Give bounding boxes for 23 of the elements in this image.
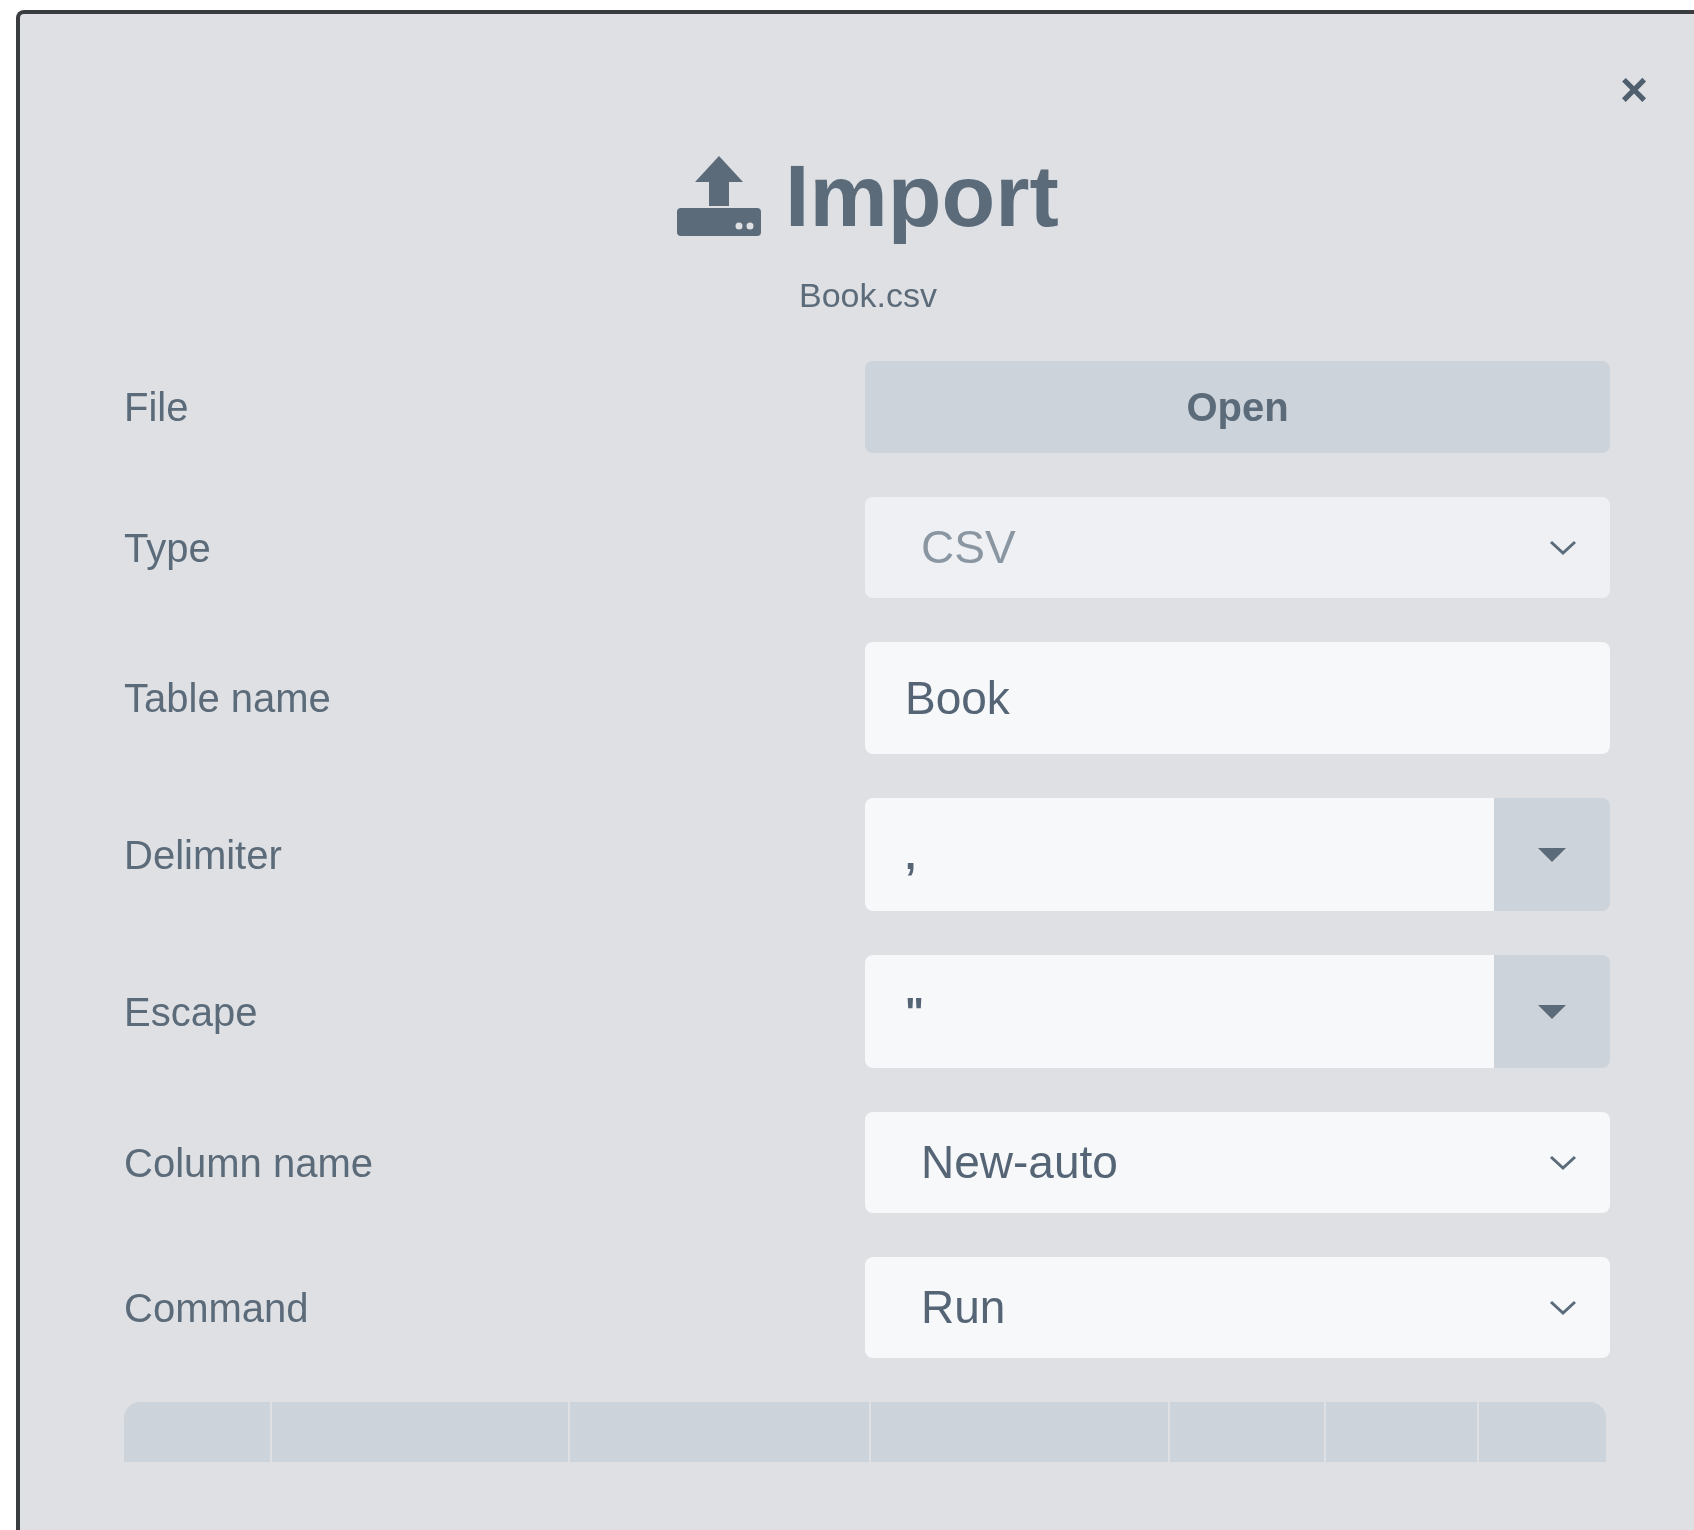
field-label: Delimiter: [124, 831, 283, 879]
chevron-down-icon: [1548, 538, 1578, 557]
text-field[interactable]: ": [865, 955, 1494, 1068]
field-label: File: [124, 384, 190, 431]
select-field[interactable]: New-auto: [865, 1112, 1610, 1213]
open-button[interactable]: Open: [865, 361, 1610, 453]
dropdown-button[interactable]: [1494, 955, 1610, 1068]
field-label: Column name: [124, 1139, 374, 1187]
field-label: Table name: [124, 675, 332, 722]
select-field[interactable]: Run: [865, 1257, 1610, 1358]
dropdown-button[interactable]: [1494, 798, 1610, 911]
text-field[interactable]: Book: [865, 642, 1610, 754]
chevron-down-icon: [1548, 1298, 1578, 1317]
field-label: Command: [124, 1284, 310, 1332]
file-name: Book.csv: [799, 275, 937, 316]
field-label: Type: [124, 524, 212, 572]
text-field[interactable]: ,: [865, 798, 1494, 911]
field-label: Escape: [124, 988, 259, 1036]
upload-icon: [677, 156, 762, 236]
close-button[interactable]: ×: [1620, 66, 1649, 114]
caret-down-icon: [1538, 1004, 1566, 1019]
caret-down-icon: [1538, 847, 1566, 862]
chevron-down-icon: [1548, 1153, 1578, 1172]
